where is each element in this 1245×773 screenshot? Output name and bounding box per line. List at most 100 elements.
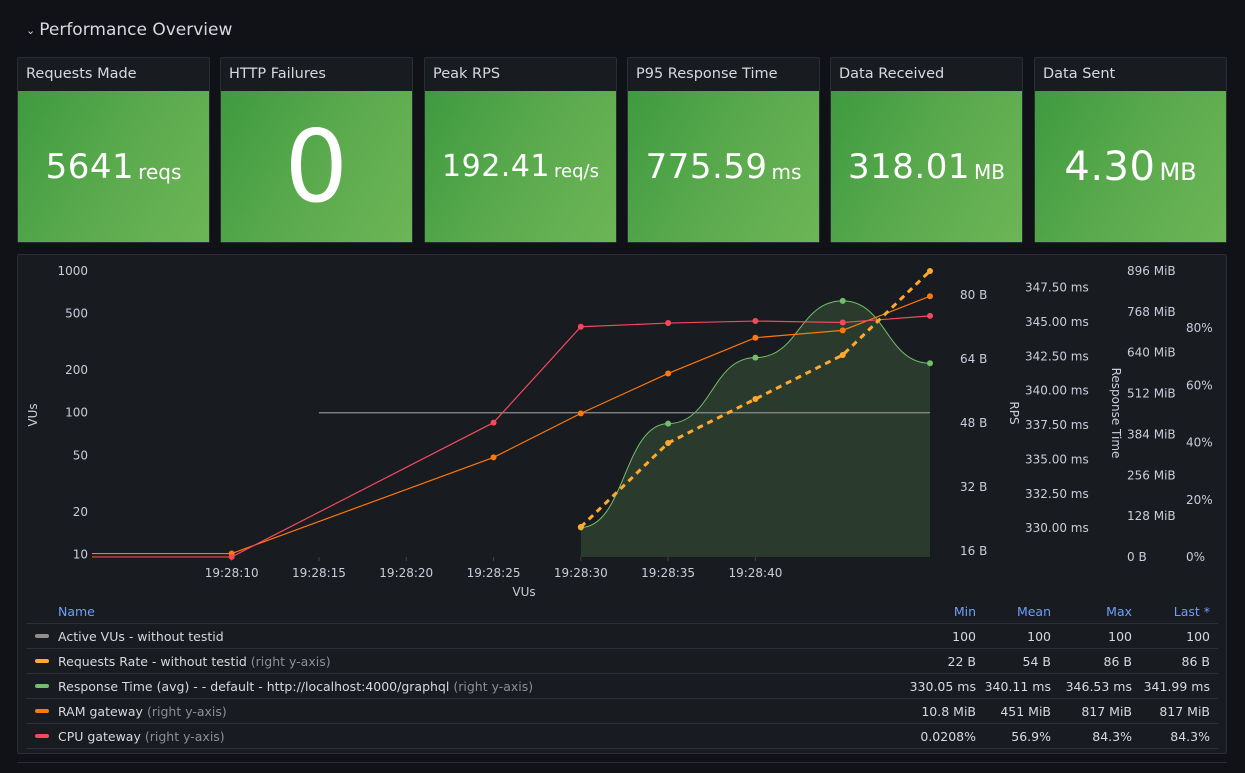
- stat-value-area: 5641 reqs: [18, 91, 209, 242]
- y-tick-label-left: 20: [73, 505, 88, 519]
- data-point-ram-gateway: [839, 327, 846, 334]
- stat-max: 100: [1108, 628, 1132, 644]
- axis-note: (right y-axis): [146, 703, 227, 719]
- series-name[interactable]: Requests Rate - without testid: [58, 654, 247, 669]
- y-tick-label-response_time: 345.00 ms: [1025, 315, 1089, 329]
- y-tick-label-cpu: 80%: [1186, 321, 1213, 335]
- stat-value-area: 192.41 req/s: [425, 91, 616, 242]
- series-color-swatch[interactable]: [35, 734, 49, 738]
- data-point-requests-rate-without-testid: [752, 396, 759, 402]
- y-tick-label-left: 10: [73, 547, 88, 561]
- stat-panel-data-sent[interactable]: Data Sent 4.30 MB: [1034, 57, 1227, 243]
- series-name[interactable]: RAM gateway: [58, 704, 143, 719]
- stat-mean: 56.9%: [1011, 728, 1051, 744]
- series-name[interactable]: Active VUs - without testid: [58, 629, 224, 644]
- stat-panel-requests-made[interactable]: Requests Made 5641 reqs: [17, 57, 210, 243]
- panel-title: Peak RPS: [433, 66, 501, 82]
- legend-row-cpu-gateway[interactable]: CPU gateway (right y-axis) 0.0208% 56.9% …: [26, 724, 1218, 749]
- stat-min: 100: [952, 628, 976, 644]
- stat-max: 817 MiB: [1081, 703, 1132, 719]
- series-name[interactable]: Response Time (avg) - - default - http:/…: [58, 679, 449, 694]
- y-tick-label-rps: 48 B: [960, 416, 987, 430]
- stat-unit: req/s: [554, 161, 599, 182]
- stat-last: 817 MiB: [1159, 703, 1210, 719]
- series-color-swatch[interactable]: [35, 659, 49, 663]
- series-color-swatch[interactable]: [35, 634, 49, 638]
- x-tick-label: 19:28:15: [292, 566, 346, 580]
- data-point-ram-gateway: [490, 454, 497, 461]
- data-point-requests-rate-without-testid: [927, 268, 933, 274]
- data-point-cpu-gateway: [490, 419, 497, 426]
- column-header-max[interactable]: Max: [1051, 604, 1132, 619]
- legend-row-response-time[interactable]: Response Time (avg) - - default - http:/…: [26, 674, 1218, 699]
- stat-value-area: 4.30 MB: [1035, 91, 1226, 242]
- data-point-cpu-gateway: [927, 312, 933, 319]
- timeseries-panel[interactable]: VUs VUs RPS Response Time 1000 500 200 100 5…: [17, 254, 1227, 754]
- column-header-min[interactable]: Min: [896, 604, 976, 619]
- stat-max: 84.3%: [1092, 728, 1132, 744]
- column-header-mean[interactable]: Mean: [976, 604, 1051, 619]
- data-point-ram-gateway: [752, 334, 759, 341]
- stat-max: 86 B: [1103, 653, 1132, 669]
- row-title: Performance Overview: [39, 20, 233, 40]
- y-tick-label-left: 50: [73, 448, 88, 462]
- legend-row-active-vus[interactable]: Active VUs - without testid 100 100 100 …: [26, 624, 1218, 649]
- stat-panel-http-failures[interactable]: HTTP Failures 0: [220, 57, 413, 243]
- y-tick-label-ram: 640 MiB: [1127, 346, 1176, 360]
- stat-panel-p95-response-time[interactable]: P95 Response Time 775.59 ms: [627, 57, 820, 243]
- x-tick-label: 19:28:20: [379, 566, 433, 580]
- series-color-swatch[interactable]: [35, 684, 49, 688]
- data-point-requests-rate-without-testid: [839, 352, 846, 358]
- stat-value-area: 318.01 MB: [831, 91, 1022, 242]
- y-tick-label-cpu: 40%: [1186, 436, 1213, 450]
- column-header-last[interactable]: Last *: [1132, 604, 1218, 619]
- row-header-performance-overview[interactable]: ⌄ Performance Overview: [26, 20, 232, 40]
- y-tick-label-left: 1000: [57, 264, 88, 278]
- column-header-name[interactable]: Name: [58, 604, 95, 619]
- data-point-ram-gateway: [927, 293, 933, 300]
- y-tick-label-ram: 512 MiB: [1127, 387, 1176, 401]
- y-tick-label-rps: 64 B: [960, 352, 987, 366]
- stat-max: 346.53 ms: [1065, 678, 1132, 694]
- y-tick-label-response_time: 342.50 ms: [1025, 349, 1089, 363]
- chevron-down-icon[interactable]: ⌄: [26, 24, 35, 37]
- panel-title: Requests Made: [26, 66, 137, 82]
- stat-mean: 340.11 ms: [984, 678, 1051, 694]
- y-axis-label-rps: RPS: [1007, 401, 1021, 424]
- data-point-cpu-gateway: [577, 323, 584, 330]
- y-tick-label-left: 100: [65, 406, 88, 420]
- series-color-swatch[interactable]: [35, 709, 49, 713]
- stat-unit: MB: [973, 159, 1005, 184]
- axis-note: (right y-axis): [250, 653, 331, 669]
- legend-row-requests-rate[interactable]: Requests Rate - without testid (right y-a…: [26, 649, 1218, 674]
- panel-title: HTTP Failures: [229, 66, 326, 82]
- stat-unit: ms: [771, 159, 802, 184]
- stat-last: 84.3%: [1170, 728, 1210, 744]
- y-tick-label-left: 200: [65, 363, 88, 377]
- panel-title: P95 Response Time: [636, 66, 778, 82]
- stat-panel-data-received[interactable]: Data Received 318.01 MB: [830, 57, 1023, 243]
- data-point-cpu-gateway: [839, 319, 846, 326]
- y-tick-label-ram: 256 MiB: [1127, 468, 1176, 482]
- stat-value: 0: [284, 108, 349, 225]
- data-point-response-time-avg-default-http: [752, 354, 759, 361]
- panel-title: Data Sent: [1043, 66, 1116, 82]
- timeseries-chart[interactable]: VUs VUs RPS Response Time 1000 500 200 100 5…: [18, 255, 1226, 600]
- stat-panel-peak-rps[interactable]: Peak RPS 192.41 req/s: [424, 57, 617, 243]
- data-point-ram-gateway: [577, 410, 584, 417]
- y-tick-label-response_time: 335.00 ms: [1025, 452, 1089, 466]
- y-tick-label-cpu: 60%: [1186, 378, 1213, 392]
- series-name[interactable]: CPU gateway: [58, 729, 141, 744]
- y-tick-label-ram: 384 MiB: [1127, 427, 1176, 441]
- y-tick-label-ram: 768 MiB: [1127, 305, 1176, 319]
- stat-value: 318.01: [848, 146, 970, 187]
- data-point-requests-rate-without-testid: [577, 524, 584, 530]
- data-point-response-time-avg-default-http: [839, 297, 846, 304]
- axis-note: (right y-axis): [144, 728, 225, 744]
- legend-row-ram-gateway[interactable]: RAM gateway (right y-axis) 10.8 MiB 451 M…: [26, 699, 1218, 724]
- y-tick-label-response_time: 340.00 ms: [1025, 384, 1089, 398]
- data-point-ram-gateway: [665, 370, 672, 377]
- y-tick-label-cpu: 0%: [1186, 550, 1205, 564]
- stat-value-area: 775.59 ms: [628, 91, 819, 242]
- y-tick-label-ram: 0 B: [1127, 550, 1147, 564]
